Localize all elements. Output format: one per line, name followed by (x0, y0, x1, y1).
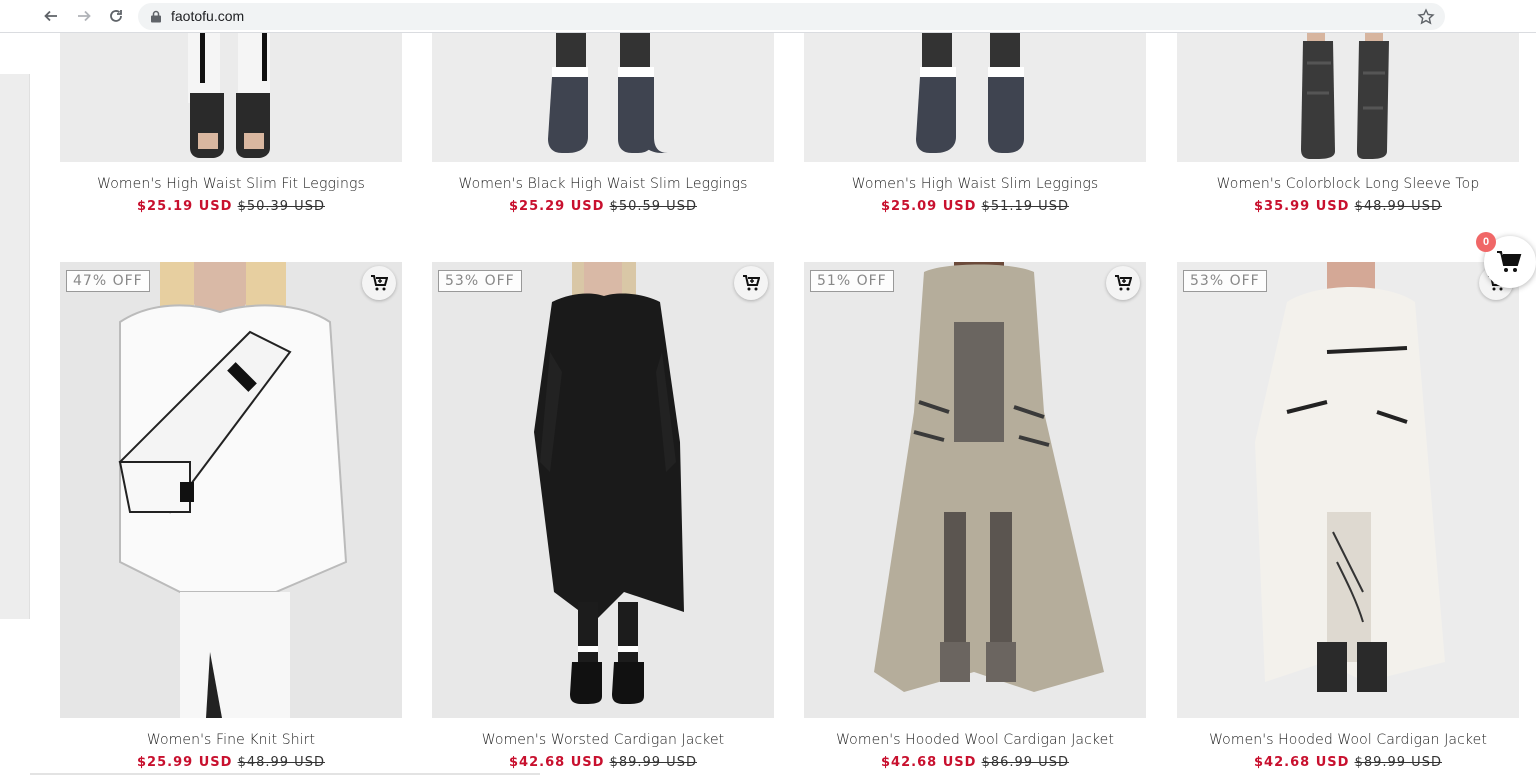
original-price: $89.99 USD (609, 755, 697, 770)
add-to-cart-button[interactable] (362, 266, 396, 300)
product-image[interactable]: 53% OFF (1177, 262, 1519, 718)
product-photo (1255, 262, 1445, 692)
product-photo (916, 33, 1024, 153)
product-name[interactable]: Women's Worsted Cardigan Jacket (432, 732, 774, 748)
product-price: $25.09 USD $51.19 USD (804, 199, 1146, 214)
discount-badge: 53% OFF (1183, 270, 1267, 292)
product-price: $25.99 USD $48.99 USD (60, 755, 402, 770)
product-price: $42.68 USD $89.99 USD (432, 755, 774, 770)
original-price: $86.99 USD (981, 755, 1069, 770)
discount-badge: 53% OFF (438, 270, 522, 292)
sale-price: $35.99 USD (1254, 199, 1350, 214)
product-image[interactable] (1177, 33, 1519, 162)
product-image[interactable] (432, 33, 774, 162)
sale-price: $25.99 USD (137, 755, 233, 770)
product-photo (534, 262, 684, 704)
product-image[interactable]: 51% OFF (804, 262, 1146, 718)
original-price: $51.19 USD (981, 199, 1069, 214)
sale-price: $25.19 USD (137, 199, 233, 214)
product-name[interactable]: Women's High Waist Slim Leggings (804, 176, 1146, 192)
sale-price: $42.68 USD (1254, 755, 1350, 770)
product-price: $25.29 USD $50.59 USD (432, 199, 774, 214)
original-price: $50.59 USD (609, 199, 697, 214)
product-price: $42.68 USD $86.99 USD (804, 755, 1146, 770)
sale-price: $42.68 USD (509, 755, 605, 770)
shopping-cart-icon (1497, 251, 1522, 272)
sale-price: $25.09 USD (881, 199, 977, 214)
product-photo (874, 262, 1104, 692)
product-price: $25.19 USD $50.39 USD (60, 199, 402, 214)
cart-plus-icon (1115, 275, 1132, 291)
product-name[interactable]: Women's High Waist Slim Fit Leggings (60, 176, 402, 192)
product-image[interactable] (804, 33, 1146, 162)
add-to-cart-button[interactable] (734, 266, 768, 300)
divider (30, 773, 540, 775)
cart-count-badge: 0 (1476, 232, 1496, 252)
product-image[interactable]: 53% OFF (432, 262, 774, 718)
product-name[interactable]: Women's Hooded Wool Cardigan Jacket (1177, 732, 1519, 748)
product-name[interactable]: Women's Hooded Wool Cardigan Jacket (804, 732, 1146, 748)
product-name[interactable]: Women's Colorblock Long Sleeve Top (1177, 176, 1519, 192)
cart-plus-icon (371, 275, 388, 291)
discount-badge: 51% OFF (810, 270, 894, 292)
sale-price: $42.68 USD (881, 755, 977, 770)
product-name[interactable]: Women's Black High Waist Slim Leggings (432, 176, 774, 192)
product-name[interactable]: Women's Fine Knit Shirt (60, 732, 402, 748)
product-photo (1301, 33, 1389, 159)
product-photo (188, 33, 270, 158)
product-grid: Women's High Waist Slim Fit Leggings $25… (0, 0, 1536, 777)
product-price: $42.68 USD $89.99 USD (1177, 755, 1519, 770)
sale-price: $25.29 USD (509, 199, 605, 214)
original-price: $89.99 USD (1354, 755, 1442, 770)
original-price: $48.99 USD (1354, 199, 1442, 214)
discount-badge: 47% OFF (66, 270, 150, 292)
add-to-cart-button[interactable] (1106, 266, 1140, 300)
cart-plus-icon (743, 275, 760, 291)
original-price: $50.39 USD (237, 199, 325, 214)
product-image[interactable]: 47% OFF (60, 262, 402, 718)
product-photo (118, 262, 348, 718)
product-image[interactable] (60, 33, 402, 162)
original-price: $48.99 USD (237, 755, 325, 770)
product-photo (548, 33, 668, 153)
product-price: $35.99 USD $48.99 USD (1177, 199, 1519, 214)
floating-cart-button[interactable]: 0 (1476, 232, 1536, 288)
